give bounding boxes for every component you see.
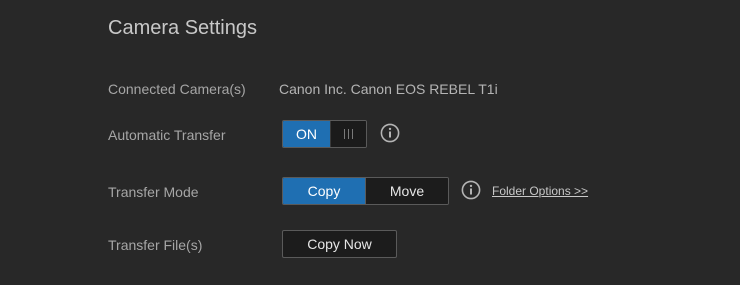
transfer-mode-segmented-control: Copy Move: [282, 177, 449, 205]
camera-settings-panel: Camera Settings Connected Camera(s) Cano…: [0, 0, 740, 285]
transfer-mode-label: Transfer Mode: [108, 184, 199, 200]
transfer-mode-copy-option[interactable]: Copy: [283, 178, 365, 204]
automatic-transfer-label: Automatic Transfer: [108, 127, 226, 143]
toggle-handle[interactable]: [331, 121, 366, 147]
grip-icon: [344, 129, 353, 139]
info-circle-icon[interactable]: [380, 123, 400, 143]
copy-now-button[interactable]: Copy Now: [282, 230, 397, 258]
toggle-on-label: ON: [283, 121, 331, 147]
page-title: Camera Settings: [108, 17, 257, 39]
connected-camera-label: Connected Camera(s): [108, 81, 246, 97]
automatic-transfer-toggle[interactable]: ON: [282, 120, 367, 148]
transfer-files-label: Transfer File(s): [108, 237, 203, 253]
connected-camera-value: Canon Inc. Canon EOS REBEL T1i: [279, 81, 498, 97]
folder-options-link[interactable]: Folder Options >>: [492, 184, 588, 198]
transfer-mode-move-option[interactable]: Move: [365, 178, 448, 204]
info-circle-icon[interactable]: [461, 180, 481, 200]
